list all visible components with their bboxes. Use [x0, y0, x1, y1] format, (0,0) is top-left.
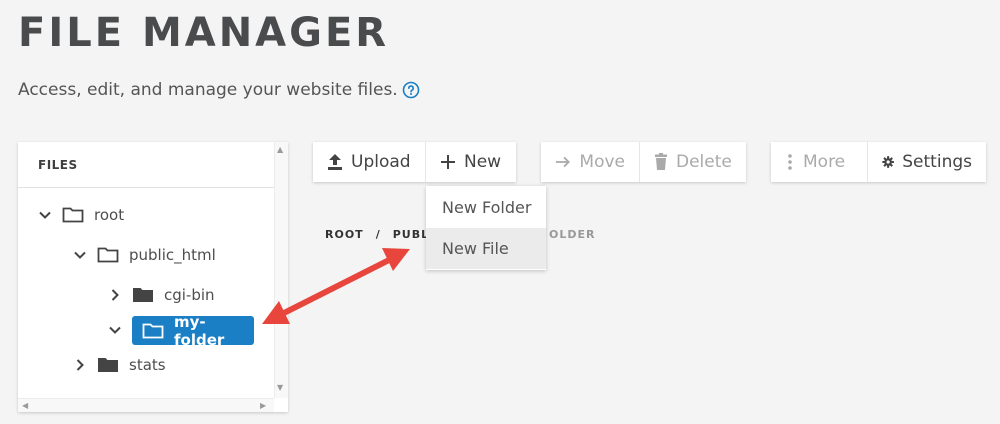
folder-open-icon — [97, 246, 119, 264]
toolbar-group-edit: Move Delete — [541, 142, 746, 182]
more-vertical-icon — [788, 154, 792, 170]
tree-header: FILES — [18, 142, 274, 188]
tree-node-stats[interactable]: stats — [73, 351, 166, 379]
delete-button[interactable]: Delete — [639, 142, 746, 182]
trash-icon — [655, 153, 667, 170]
tree-node-my-folder[interactable]: my-folder — [132, 313, 254, 349]
scroll-up-icon[interactable]: ▲ — [277, 146, 283, 154]
chevron-right-icon[interactable] — [108, 288, 122, 302]
move-button[interactable]: Move — [541, 142, 639, 182]
folder-icon — [132, 286, 154, 304]
subtitle-text: Access, edit, and manage your website fi… — [18, 80, 398, 100]
chevron-down-icon[interactable] — [38, 208, 52, 222]
gear-icon — [882, 156, 894, 168]
scroll-down-icon[interactable]: ▼ — [277, 384, 283, 392]
folder-icon — [97, 356, 119, 374]
vertical-scrollbar[interactable]: ▲ ▼ — [274, 142, 288, 398]
more-button[interactable]: More — [771, 142, 867, 182]
tree-label: public_html — [129, 246, 216, 264]
breadcrumb-separator: / — [375, 228, 381, 241]
tree-label: cgi-bin — [164, 286, 215, 304]
upload-icon — [328, 154, 342, 170]
page-title: FILE MANAGER — [18, 10, 390, 56]
breadcrumb-public[interactable]: PUBL — [393, 228, 429, 241]
scroll-right-icon[interactable]: ▶ — [260, 402, 266, 410]
tree-node-public-html[interactable]: public_html — [73, 241, 216, 269]
menu-item-new-folder[interactable]: New Folder — [426, 187, 546, 228]
chevron-down-icon[interactable] — [73, 248, 87, 262]
toolbar-group-create: Upload New — [313, 142, 516, 182]
page-subtitle: Access, edit, and manage your website fi… — [18, 78, 420, 102]
more-label: More — [803, 152, 846, 172]
breadcrumb-current: OLDER — [549, 228, 596, 241]
folder-open-icon — [62, 206, 84, 224]
new-button[interactable]: New — [425, 142, 516, 182]
chevron-down-icon[interactable] — [108, 323, 122, 337]
new-label: New — [464, 152, 502, 172]
tree-label: root — [94, 206, 125, 224]
upload-button[interactable]: Upload — [313, 142, 425, 182]
help-icon[interactable] — [402, 81, 420, 99]
arrow-right-icon — [555, 156, 570, 168]
tree-node-cgi-bin[interactable]: cgi-bin — [108, 281, 215, 309]
settings-label: Settings — [902, 152, 972, 172]
menu-item-new-file[interactable]: New File — [426, 228, 546, 269]
tree-node-my-folder-toggle[interactable] — [108, 316, 122, 344]
tree-label: stats — [129, 356, 166, 374]
new-dropdown-menu: New Folder New File — [426, 186, 546, 270]
plus-icon — [441, 155, 455, 169]
horizontal-scrollbar[interactable]: ◀ ▶ — [18, 398, 274, 412]
move-label: Move — [579, 152, 625, 172]
toolbar-group-misc: More Settings — [771, 142, 986, 182]
breadcrumb-root[interactable]: ROOT — [325, 228, 364, 241]
settings-button[interactable]: Settings — [867, 142, 986, 182]
chevron-right-icon[interactable] — [73, 358, 87, 372]
tree-label: my-folder — [174, 312, 225, 349]
tree-node-root[interactable]: root — [38, 201, 124, 229]
upload-label: Upload — [351, 152, 411, 172]
delete-label: Delete — [676, 152, 732, 172]
scroll-left-icon[interactable]: ◀ — [22, 402, 28, 410]
breadcrumb: ROOT / PUBL — [325, 228, 429, 241]
folder-open-icon — [142, 322, 164, 340]
file-tree-panel: FILES root public_html cgi-bin my-folder… — [18, 142, 288, 412]
